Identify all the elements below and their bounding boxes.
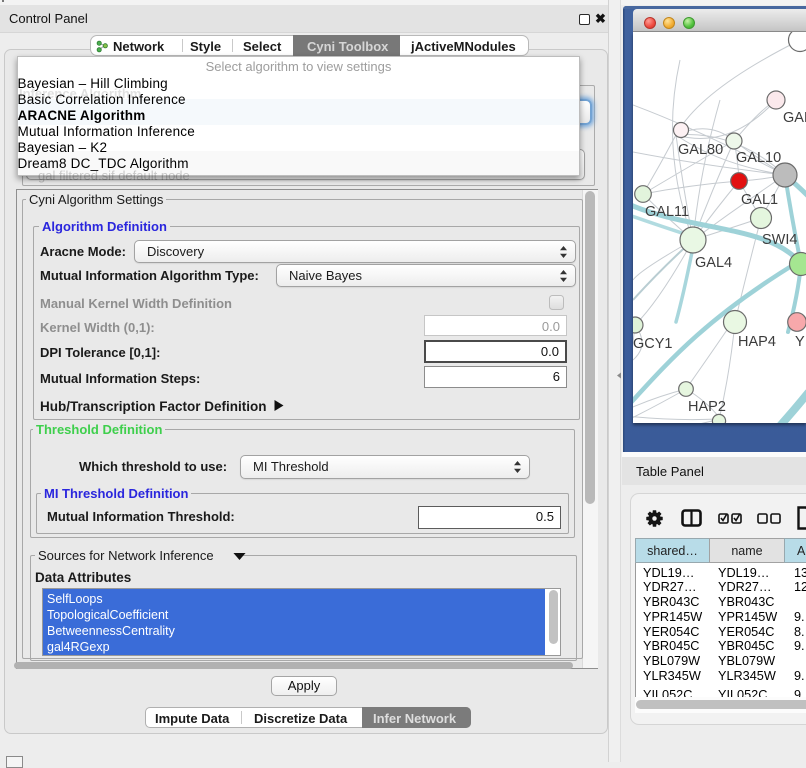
svg-text:Y: Y	[795, 334, 805, 350]
svg-text:HAP2: HAP2	[688, 399, 726, 415]
svg-text:GAL1: GAL1	[741, 192, 778, 208]
svg-text:GAL4: GAL4	[695, 255, 732, 271]
svg-text:SWI4: SWI4	[762, 232, 797, 248]
svg-text:HAP4: HAP4	[738, 334, 776, 350]
svg-text:GCY1: GCY1	[633, 336, 673, 352]
svg-text:GAL10: GAL10	[736, 150, 781, 166]
svg-text:GAL2: GAL2	[783, 110, 806, 126]
svg-text:GAL11: GAL11	[645, 204, 689, 220]
svg-text:GAL80: GAL80	[678, 142, 723, 158]
